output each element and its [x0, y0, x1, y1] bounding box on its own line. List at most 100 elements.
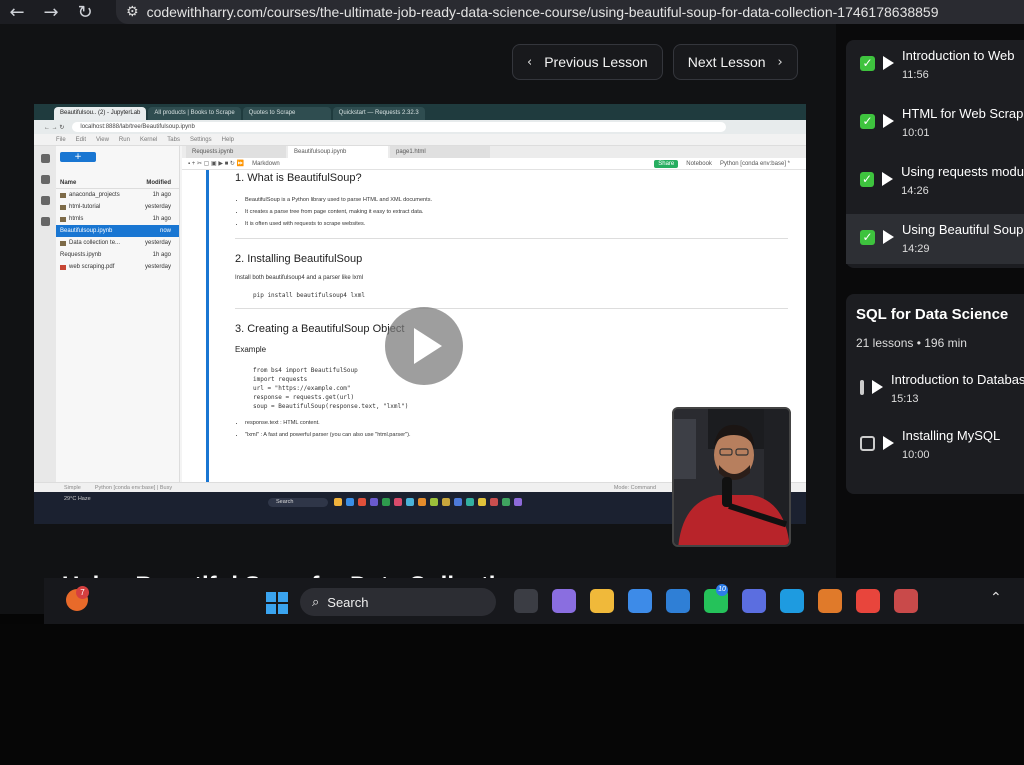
bullet-item: It creates a parse tree from page conten…	[245, 206, 788, 218]
forward-arrow-icon[interactable]: →	[34, 2, 68, 23]
notebook-tab: page1.html	[390, 146, 490, 158]
play-icon	[882, 172, 894, 186]
lesson-item[interactable]: Introduction to Databas 15:13	[846, 364, 1024, 414]
url-text: codewithharry.com/courses/the-ultimate-j…	[146, 4, 939, 20]
search-label: Search	[327, 594, 369, 610]
taskbar-search[interactable]: ⌕ Search	[300, 588, 496, 616]
menu-item: Run	[118, 136, 130, 143]
webcam-overlay	[672, 407, 791, 547]
file-name: htmls	[69, 216, 84, 222]
play-icon	[414, 328, 442, 364]
previous-lesson-button[interactable]: ‹ Previous Lesson	[512, 44, 663, 80]
lesson-item[interactable]: Installing MySQL 10:00	[846, 420, 1024, 470]
task-view-icon[interactable]	[514, 589, 538, 613]
notebook-tabs: Requests.ipynb Beautifulsoup.ipynb page1…	[182, 146, 806, 158]
lesson-title: HTML for Web Scrap	[902, 106, 1024, 121]
play-button[interactable]	[385, 307, 463, 385]
discord-icon[interactable]	[894, 589, 918, 613]
lesson-time: 14:29	[902, 243, 930, 255]
file-row: html-tutorial yesterday	[56, 201, 179, 213]
section-title[interactable]: SQL for Data Science	[856, 306, 1008, 323]
checkbox-checked-icon[interactable]: ✓	[860, 56, 875, 71]
video-tab: Quickstart — Requests 2.32.3	[332, 107, 425, 120]
back-arrow-icon[interactable]: ←	[0, 2, 34, 23]
next-lesson-button[interactable]: Next Lesson ›	[672, 44, 798, 80]
file-row: htmls 1h ago	[56, 213, 179, 225]
file-modified: 1h ago	[152, 252, 171, 258]
notification-badge: 7	[76, 586, 89, 599]
new-launcher-icon: +	[60, 152, 96, 162]
copilot-icon[interactable]	[552, 589, 576, 613]
code-line: from bs4 import BeautifulSoup	[253, 367, 358, 374]
file-explorer-icon[interactable]	[590, 589, 614, 613]
search-icon: ⌕	[312, 594, 320, 610]
menu-item: Kernel	[139, 136, 158, 143]
file-name: html-tutorial	[69, 204, 101, 210]
jupyter-side-rail	[34, 146, 56, 492]
next-section-panel: SQL for Data Science 21 lessons • 196 mi…	[846, 294, 1024, 494]
bullet-list: BeautifulSoup is a Python library used t…	[235, 194, 788, 230]
file-icon	[60, 240, 66, 246]
share-button: Share	[654, 159, 679, 168]
divider	[235, 308, 788, 309]
windows-start-icon[interactable]	[266, 592, 288, 614]
video-nav-icons: ← → ↻	[44, 124, 65, 131]
folder-icon	[60, 216, 66, 222]
video-address-bar: ← → ↻ localhost:8888/lab/tree/Beautifuls…	[34, 120, 806, 134]
lesson-item[interactable]: ✓ HTML for Web Scrap 10:01	[846, 98, 1024, 148]
install-command: pip install beautifulsoup4 lxml	[253, 292, 365, 299]
checkbox-empty-icon[interactable]	[860, 436, 875, 451]
chevron-up-icon[interactable]: ⌃	[990, 590, 1002, 606]
video-taskbar-icons	[334, 498, 522, 506]
lesson-item[interactable]: ✓ Using requests modu 14:26	[846, 156, 1024, 206]
section-meta: 21 lessons • 196 min	[856, 336, 967, 350]
lesson-title: Introduction to Databas	[891, 372, 1024, 387]
lesson-time: 11:56	[902, 69, 929, 81]
divider	[235, 238, 788, 239]
notebook-label: Notebook	[686, 160, 712, 167]
play-icon	[883, 436, 894, 450]
chevron-left-icon: ‹	[527, 54, 533, 70]
chevron-right-icon: ›	[777, 54, 783, 70]
checkbox-checked-icon[interactable]: ✓	[860, 172, 875, 187]
reload-icon[interactable]: ↻	[68, 2, 102, 23]
lesson-navigation: ‹ Previous Lesson Next Lesson ›	[512, 44, 798, 80]
code-line: url = "https://example.com"	[253, 385, 351, 392]
menu-item: Tabs	[167, 136, 180, 143]
app-icon[interactable]	[818, 589, 842, 613]
site-settings-icon[interactable]: ⚙	[126, 4, 139, 20]
cell-heading: 1. What is BeautifulSoup?	[235, 172, 362, 184]
lesson-time: 10:00	[902, 449, 930, 461]
pdf-icon	[60, 264, 66, 270]
windows-taskbar: 7 ⌕ Search 10 ⌃	[44, 578, 1024, 624]
lesson-item-active[interactable]: ✓ Using Beautiful Soup 14:29	[846, 214, 1024, 264]
notebook-tab: Requests.ipynb	[186, 146, 286, 158]
status-command: Mode: Command	[613, 485, 656, 491]
address-bar[interactable]: ⚙ codewithharry.com/courses/the-ultimate…	[116, 0, 1024, 24]
file-modified: 1h ago	[152, 216, 171, 222]
notebook-toolbar: ▪ + ✂ ▢ ▣ ▶ ■ ↻ ⏩ Markdown Share Noteboo…	[182, 158, 806, 170]
file-row: Requests.ipynb 1h ago	[56, 146, 210, 492]
whatsapp-icon[interactable]: 10	[704, 584, 728, 613]
lesson-item[interactable]: ✓ Introduction to Web 11:56	[846, 40, 1024, 90]
previous-lesson-label: Previous Lesson	[544, 54, 648, 70]
checkbox-checked-icon[interactable]: ✓	[860, 114, 875, 129]
presenter-image	[674, 409, 789, 545]
file-name: anaconda_projects	[69, 192, 120, 198]
menu-item: Help	[221, 136, 234, 143]
chrome-icon[interactable]	[856, 589, 880, 613]
mail-icon[interactable]	[666, 589, 690, 613]
checkbox-empty-icon[interactable]	[860, 380, 864, 395]
cell-heading: 2. Installing BeautifulSoup	[235, 253, 363, 265]
file-name: Requests.ipynb	[60, 252, 102, 258]
edge-icon[interactable]	[780, 589, 804, 613]
folder-icon	[60, 204, 66, 210]
lesson-time: 14:26	[901, 185, 929, 197]
checkbox-checked-icon[interactable]: ✓	[860, 230, 875, 245]
teams-icon[interactable]	[742, 589, 766, 613]
menu-item: Edit	[75, 136, 87, 143]
lesson-title: Using Beautiful Soup	[902, 222, 1024, 237]
menu-item: File	[56, 136, 66, 143]
file-name: Beautifulsoup.ipynb	[60, 228, 113, 234]
store-icon[interactable]	[628, 589, 652, 613]
